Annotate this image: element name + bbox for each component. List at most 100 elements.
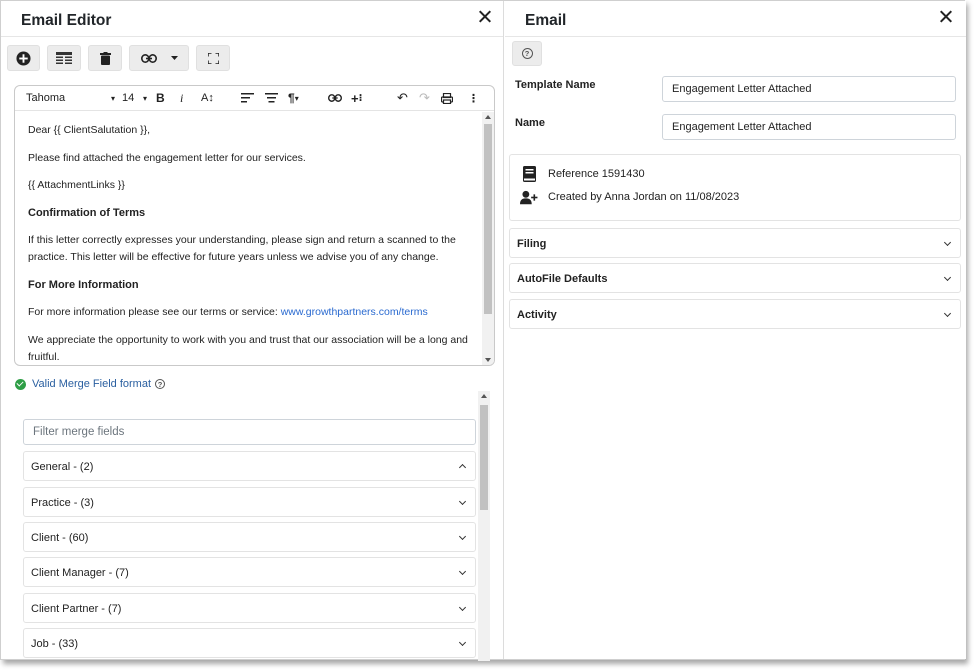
merge-group-label: Client Manager - (7) bbox=[31, 567, 129, 579]
merge-group-practice[interactable]: Practice - (3) bbox=[23, 487, 476, 517]
paragraph-2-text: For more information please see our term… bbox=[28, 306, 281, 318]
book-icon bbox=[520, 165, 538, 183]
font-size-caret-icon[interactable]: ▾ bbox=[143, 91, 147, 105]
reference-row: Reference 1591430 bbox=[520, 165, 645, 183]
section-label: Filing bbox=[517, 238, 547, 250]
name-label: Name bbox=[515, 117, 545, 129]
dropdown-caret-icon bbox=[170, 56, 178, 60]
created-by-row: Created by Anna Jordan on 11/08/2023 bbox=[520, 188, 739, 206]
greeting-line: Dear {{ ClientSalutation }}, bbox=[28, 124, 151, 136]
email-details-header: Email bbox=[505, 1, 966, 37]
redo-icon[interactable]: ↷ bbox=[419, 90, 430, 105]
window-frame: Email Editor Tahoma ▾ 14 ▾ B i A↕ ¶ ▾ + … bbox=[0, 0, 966, 661]
section-activity[interactable]: Activity bbox=[509, 299, 961, 329]
template-name-label: Template Name bbox=[515, 79, 596, 91]
help-icon[interactable]: ? bbox=[155, 379, 166, 389]
body-line-1: Please find attached the engagement lett… bbox=[28, 151, 306, 164]
email-details-panel: Email ? Template Name Name Reference 159… bbox=[505, 1, 966, 659]
merge-group-job[interactable]: Job - (33) bbox=[23, 628, 476, 658]
body-line-2: {{ AttachmentLinks }} bbox=[28, 179, 125, 191]
section-label: AutoFile Defaults bbox=[517, 273, 608, 285]
created-by-text: Created by Anna Jordan on 11/08/2023 bbox=[548, 191, 740, 203]
merge-fields-panel: General - (2) Practice - (3) Client - (6… bbox=[14, 391, 490, 661]
fullscreen-button[interactable] bbox=[196, 45, 230, 71]
paragraph-icon[interactable]: ¶ ▾ bbox=[288, 91, 299, 105]
link-dropdown-button[interactable] bbox=[129, 45, 189, 71]
filter-merge-fields-input[interactable] bbox=[23, 419, 476, 445]
email-editor-title: Email Editor bbox=[21, 12, 112, 29]
font-size-select[interactable]: 14 bbox=[122, 91, 134, 105]
insert-table-button[interactable] bbox=[47, 45, 81, 71]
italic-button[interactable]: i bbox=[180, 91, 183, 105]
body-paragraph-1: If this letter correctly expresses your … bbox=[28, 234, 456, 263]
terms-link[interactable]: www.growthpartners.com/terms bbox=[281, 306, 428, 318]
merge-group-client-partner[interactable]: Client Partner - (7) bbox=[23, 593, 476, 623]
close-email-icon[interactable] bbox=[936, 7, 956, 27]
heading-confirmation: Confirmation of Terms bbox=[28, 206, 146, 219]
bold-button[interactable]: B bbox=[156, 91, 165, 105]
email-info-card: Reference 1591430 Created by Anna Jordan… bbox=[509, 154, 961, 221]
scroll-down-arrow-icon[interactable] bbox=[485, 358, 491, 362]
merge-group-general[interactable]: General - (2) bbox=[23, 451, 476, 481]
chevron-down-icon bbox=[943, 238, 952, 247]
undo-icon[interactable]: ↶ bbox=[397, 90, 408, 105]
chevron-down-icon bbox=[458, 532, 467, 541]
font-family-caret-icon[interactable]: ▾ bbox=[111, 91, 115, 105]
merge-group-label: Client Partner - (7) bbox=[31, 603, 122, 615]
check-circle-icon bbox=[15, 378, 26, 390]
more-options-icon[interactable]: ⋮ bbox=[468, 91, 479, 105]
editor-format-toolbar: Tahoma ▾ 14 ▾ B i A↕ ¶ ▾ + ⁝ ↶ ↷ ⋮ bbox=[15, 86, 494, 111]
add-button[interactable] bbox=[7, 45, 40, 71]
email-details-title: Email bbox=[525, 12, 567, 29]
add-user-icon bbox=[520, 188, 538, 206]
merge-group-label: Job - (33) bbox=[31, 638, 79, 650]
merge-scroll-thumb[interactable] bbox=[480, 405, 488, 510]
reference-text: Reference 1591430 bbox=[548, 168, 645, 180]
print-icon[interactable] bbox=[441, 91, 453, 105]
align-left-icon[interactable] bbox=[241, 91, 254, 105]
merge-group-label: General - (2) bbox=[31, 461, 94, 473]
email-editor-panel: Email Editor Tahoma ▾ 14 ▾ B i A↕ ¶ ▾ + … bbox=[1, 1, 504, 661]
editor-scroll-thumb[interactable] bbox=[484, 124, 492, 314]
delete-button[interactable] bbox=[88, 45, 122, 71]
body-paragraph-3: We appreciate the opportunity to work wi… bbox=[28, 333, 468, 363]
link-icon bbox=[140, 53, 157, 63]
chevron-down-icon bbox=[943, 309, 952, 318]
scroll-up-arrow-icon[interactable] bbox=[481, 394, 487, 398]
scroll-up-arrow-icon[interactable] bbox=[485, 115, 491, 119]
table-icon bbox=[56, 52, 72, 64]
align-center-icon[interactable] bbox=[265, 91, 278, 105]
font-family-select[interactable]: Tahoma bbox=[26, 91, 65, 105]
insert-plus-icon[interactable]: + ⁝ bbox=[351, 91, 362, 106]
chevron-down-icon bbox=[458, 567, 467, 576]
valid-merge-field-text: Valid Merge Field format bbox=[32, 378, 152, 390]
help-button[interactable]: ? bbox=[512, 41, 542, 66]
valid-merge-field-status: Valid Merge Field format ? bbox=[15, 377, 166, 391]
font-family-value: Tahoma bbox=[26, 92, 66, 104]
trash-icon bbox=[99, 51, 111, 65]
merge-fields-scrollbar[interactable] bbox=[478, 391, 490, 661]
editor-link-icon[interactable] bbox=[328, 91, 342, 105]
chevron-down-icon bbox=[458, 497, 467, 506]
add-icon bbox=[16, 50, 31, 66]
close-editor-icon[interactable] bbox=[475, 7, 495, 27]
merge-group-label: Practice - (3) bbox=[31, 497, 94, 509]
template-name-input[interactable] bbox=[662, 76, 956, 102]
fullscreen-icon bbox=[207, 52, 219, 64]
editor-content[interactable]: Dear {{ ClientSalutation }}, Please find… bbox=[15, 112, 482, 365]
heading-more-info: For More Information bbox=[28, 278, 139, 291]
question-circle-icon: ? bbox=[521, 48, 533, 59]
email-editor-header: Email Editor bbox=[1, 1, 503, 37]
chevron-down-icon bbox=[943, 273, 952, 282]
editor-scrollbar[interactable] bbox=[482, 112, 494, 365]
chevron-up-icon bbox=[458, 463, 467, 472]
body-paragraph-2: For more information please see our term… bbox=[28, 304, 469, 321]
section-filing[interactable]: Filing bbox=[509, 228, 961, 258]
font-size-value: 14 bbox=[122, 92, 135, 104]
merge-group-client[interactable]: Client - (60) bbox=[23, 522, 476, 552]
section-autofile-defaults[interactable]: AutoFile Defaults bbox=[509, 263, 961, 293]
name-input[interactable] bbox=[662, 114, 956, 140]
merge-group-client-manager[interactable]: Client Manager - (7) bbox=[23, 557, 476, 587]
merge-group-label: Client - (60) bbox=[31, 532, 89, 544]
font-size-icon[interactable]: A↕ bbox=[201, 91, 214, 105]
